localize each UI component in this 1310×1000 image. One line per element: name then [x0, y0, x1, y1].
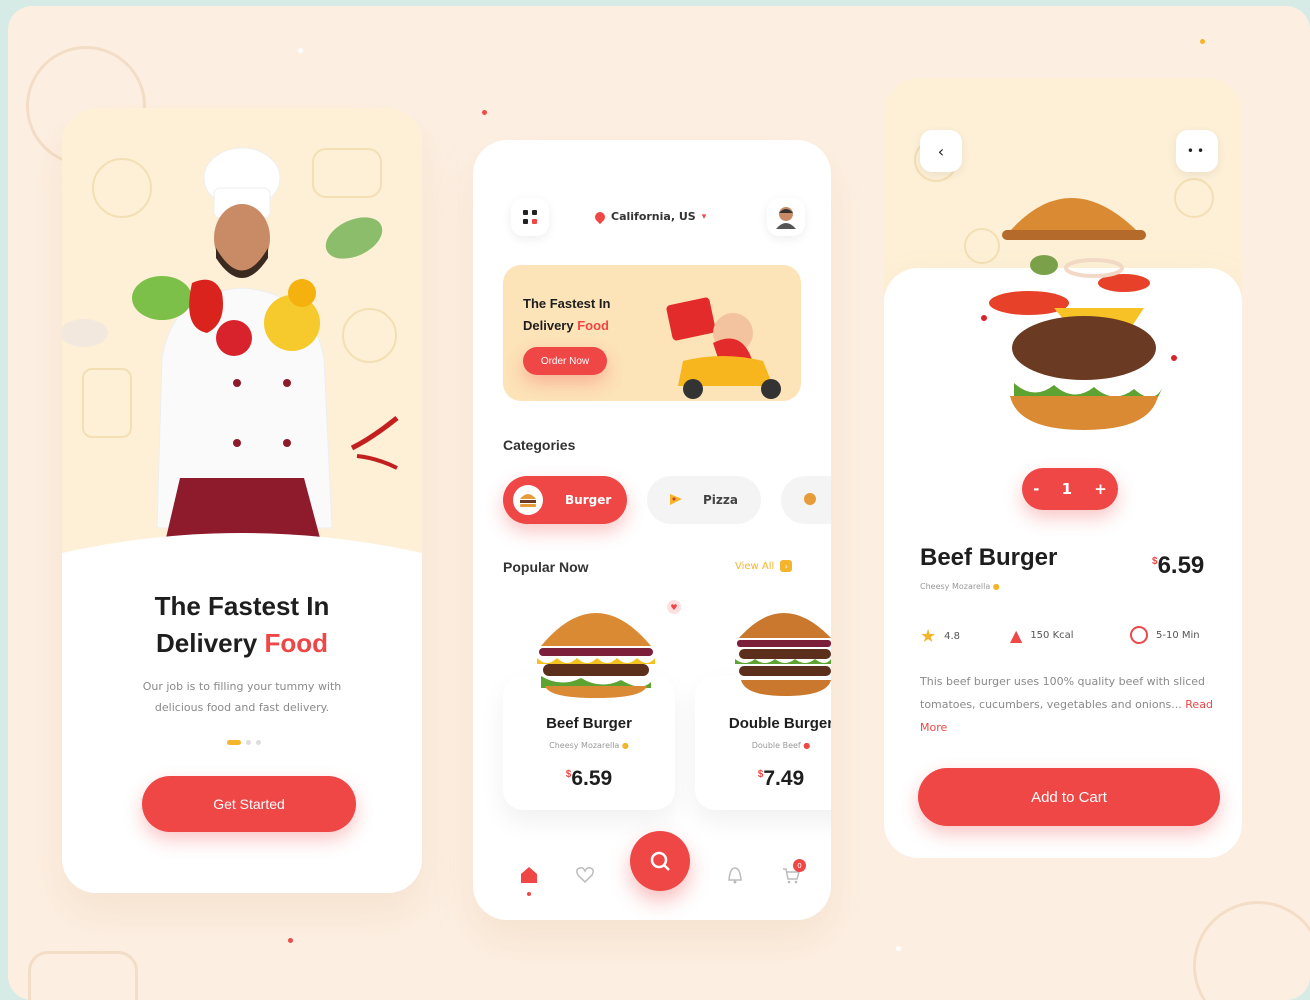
cart-badge: 0 — [793, 859, 806, 872]
active-indicator — [527, 892, 531, 896]
back-arrow-icon: ‹ — [937, 141, 945, 161]
product-price: $7.49 — [757, 767, 805, 790]
location-pin-icon — [592, 209, 608, 224]
food-icon — [803, 492, 817, 509]
decrement-button[interactable]: - — [1033, 480, 1039, 498]
view-all-label: View All — [735, 560, 775, 572]
add-to-cart-button[interactable]: Add to Cart — [918, 768, 1220, 826]
avatar — [776, 207, 796, 229]
categories-title: Categories — [503, 437, 576, 453]
menu-grid-icon — [523, 210, 537, 224]
home-screen: California, US ▾ The Fastest In Delivery … — [473, 140, 831, 920]
product-price: $6.59 — [565, 767, 613, 790]
location-selector[interactable]: California, US ▾ — [592, 209, 707, 224]
beef-burger-image — [537, 613, 655, 698]
back-button[interactable]: ‹ — [920, 130, 962, 172]
order-now-button[interactable]: Order Now — [523, 347, 607, 375]
onboarding-screen: The Fastest In Delivery Food Our job is … — [62, 108, 422, 893]
pizza-icon — [669, 492, 683, 509]
cart-nav-icon[interactable]: 0 — [781, 859, 806, 885]
delivery-scooter-illustration — [666, 297, 781, 399]
product-name: Beef Burger — [546, 715, 632, 732]
product-subtitle: Cheesy Mozarella ● — [920, 582, 1000, 591]
decor-dot — [288, 938, 293, 943]
banner-title: The Fastest In Delivery Food — [523, 296, 611, 333]
rating-stat: ★ 4.8 — [920, 626, 961, 647]
clock-icon — [1130, 626, 1148, 644]
product-name: Double Burger — [728, 715, 831, 732]
home-nav-icon[interactable] — [519, 865, 539, 885]
onboarding-title: The Fastest In Delivery Food — [154, 591, 330, 658]
decor-dot — [298, 48, 303, 53]
search-button[interactable] — [630, 831, 690, 891]
category-more[interactable] — [781, 476, 831, 524]
exploding-burger-image — [981, 198, 1177, 430]
product-subtitle: Double Beef ● — [751, 741, 811, 750]
fire-icon: ▲ — [1010, 626, 1023, 645]
category-pizza[interactable]: Pizza — [647, 476, 761, 524]
search-icon — [650, 851, 670, 871]
star-icon: ★ — [920, 626, 937, 647]
profile-avatar[interactable] — [767, 198, 805, 236]
chevron-down-icon: ▾ — [701, 211, 707, 222]
quantity-stepper[interactable]: - 1 + — [1022, 468, 1118, 510]
favorite-icon[interactable]: ♥ — [667, 600, 681, 614]
decor-dot — [896, 946, 901, 951]
burger-doodle — [1193, 901, 1310, 1000]
onboarding-subtitle: Our job is to filling your tummy with de… — [142, 680, 342, 714]
decor-dot — [482, 110, 487, 115]
quantity-value: 1 — [1061, 480, 1073, 498]
decor-dot — [1200, 39, 1205, 44]
pagination-dots[interactable] — [227, 740, 261, 745]
burger-icon — [513, 485, 543, 515]
time-stat: 5-10 Min — [1130, 626, 1200, 644]
popular-title: Popular Now — [503, 559, 589, 575]
product-subtitle: Cheesy Mozarella ● — [549, 741, 629, 750]
category-burger[interactable]: Burger — [503, 476, 627, 524]
more-icon: •• — [1186, 144, 1208, 158]
product-description: This beef burger uses 100% quality beef … — [920, 675, 1213, 734]
double-burger-image — [735, 613, 831, 696]
product-title: Beef Burger — [920, 544, 1058, 571]
location-label: California, US — [611, 210, 696, 223]
category-label: Burger — [565, 493, 612, 507]
category-label: Pizza — [703, 493, 738, 507]
heart-nav-icon[interactable] — [575, 865, 595, 885]
product-detail-screen: ‹ •• - 1 + Beef Burger Cheesy Mozarella … — [884, 78, 1242, 858]
calories-stat: ▲ 150 Kcal — [1010, 626, 1074, 645]
food-doodle — [28, 951, 138, 1000]
increment-button[interactable]: + — [1094, 480, 1107, 498]
menu-button[interactable] — [511, 198, 549, 236]
chef-illustration — [62, 147, 422, 568]
more-options-button[interactable]: •• — [1176, 130, 1218, 172]
bell-nav-icon[interactable] — [725, 865, 745, 885]
get-started-button[interactable]: Get Started — [142, 776, 356, 832]
view-all-link[interactable]: View All › — [735, 560, 793, 572]
arrow-right-icon: › — [780, 560, 793, 572]
promo-banner[interactable]: The Fastest In Delivery Food Order Now — [503, 265, 801, 401]
product-price: $6.59 — [1152, 552, 1205, 579]
